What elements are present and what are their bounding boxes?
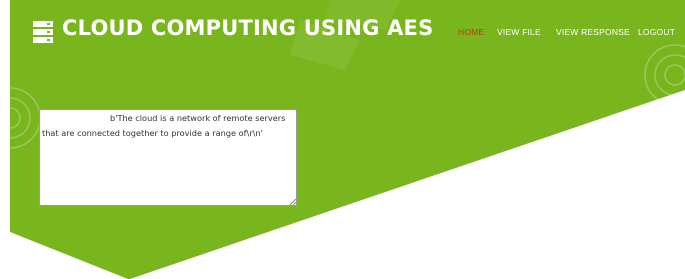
page: CLOUD COMPUTING USING AES HOME VIEW FILE… xyxy=(0,0,685,279)
header: CLOUD COMPUTING USING AES HOME VIEW FILE… xyxy=(0,0,685,60)
nav-home-link[interactable]: HOME xyxy=(458,27,484,37)
resize-grip-icon[interactable] xyxy=(289,198,297,206)
nav-view-file-link[interactable]: VIEW FILE xyxy=(497,27,541,37)
decrypted-text-area[interactable]: b'The cloud is a network of remote serve… xyxy=(39,109,297,206)
nav-view-response-link[interactable]: VIEW RESPONSE xyxy=(556,27,630,37)
nav-logout-link[interactable]: LOGOUT xyxy=(638,27,675,37)
main-nav: HOME VIEW FILE VIEW RESPONSE LOGOUT xyxy=(0,27,685,41)
